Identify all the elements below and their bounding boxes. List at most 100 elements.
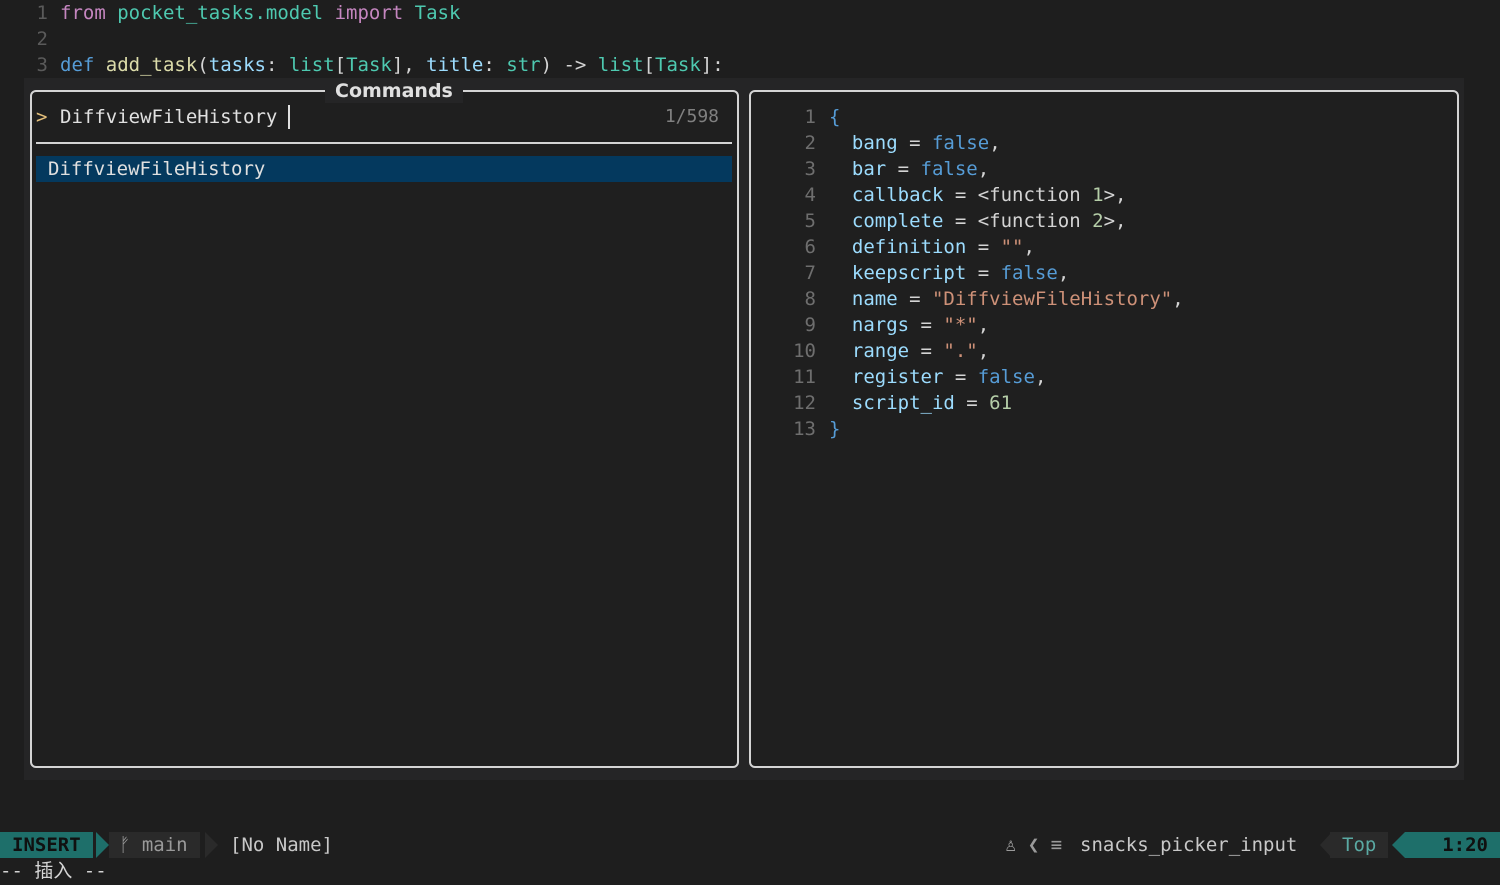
preview-line: 7 keepscript = false, <box>752 260 1070 286</box>
line-number: 13 <box>793 418 816 440</box>
code-token: Task <box>655 54 701 76</box>
preview-line: 11 register = false, <box>752 364 1046 390</box>
scroll-position: Top <box>1330 832 1389 858</box>
code-token: definition <box>851 236 967 258</box>
file-name: [No Name] <box>230 834 333 856</box>
code-token: from <box>60 2 106 24</box>
preview-line: 1{ <box>752 104 841 130</box>
powerline-separator <box>96 832 109 858</box>
code-token: false <box>1000 262 1058 284</box>
code-token: bang <box>851 132 898 154</box>
code-token: "DiffviewFileHistory" <box>931 288 1173 310</box>
code-token: title <box>426 54 484 76</box>
code-token: range <box>851 340 910 362</box>
code-token: , <box>977 158 990 180</box>
line-number: 3 <box>36 54 48 76</box>
code-line[interactable]: 3 def add_task(tasks: list[Task], title: … <box>0 52 724 78</box>
line-number: 2 <box>804 132 816 154</box>
code-token: = <function <box>943 210 1093 232</box>
code-token: : <box>265 54 289 76</box>
picker-result-item[interactable]: DiffviewFileHistory <box>36 156 732 182</box>
code-token: false <box>920 158 978 180</box>
preview-line: 13} <box>752 416 840 442</box>
preview-line: 2 bang = false, <box>752 130 1001 156</box>
prompt-chevron-icon: > <box>36 106 48 128</box>
line-number: 7 <box>804 262 816 284</box>
preview-line: 8 name = "DiffviewFileHistory", <box>752 286 1184 312</box>
statusline: INSERT ᚠ main [No Name] ♙ ❮ ≡ snacks_pic… <box>0 832 1500 858</box>
code-token: , <box>977 314 990 336</box>
code-token: ) -> <box>540 54 598 76</box>
code-token: str <box>506 54 541 76</box>
code-token: = <box>943 366 978 388</box>
text-cursor <box>288 105 290 129</box>
code-token: = <box>897 132 932 154</box>
code-token: , <box>1057 262 1070 284</box>
preview-line: 10 range = ".", <box>752 338 989 364</box>
preview-line: 5 complete = <function 2>, <box>752 208 1127 234</box>
code-token: [ <box>334 54 347 76</box>
picker-list-panel[interactable] <box>30 90 739 768</box>
code-token: = <box>909 340 944 362</box>
code-token: name <box>851 288 898 310</box>
code-token: { <box>829 106 841 128</box>
code-token: def <box>60 54 95 76</box>
code-token: = <box>966 236 1001 258</box>
picker-title: Commands <box>325 79 463 103</box>
code-token: register <box>851 366 944 388</box>
code-token: list <box>288 54 335 76</box>
code-token: add_task <box>105 54 198 76</box>
code-token: ]: <box>700 54 724 76</box>
line-number: 8 <box>804 288 816 310</box>
code-token: : <box>483 54 507 76</box>
git-branch-name: main <box>141 834 188 856</box>
line-number: 9 <box>804 314 816 336</box>
code-token: = <box>966 262 1001 284</box>
code-token: = <box>909 314 944 336</box>
code-token: keepscript <box>851 262 967 284</box>
git-branch: ᚠ main <box>109 832 200 858</box>
code-token: pocket_tasks.model <box>117 2 324 24</box>
code-line[interactable]: 1 from pocket_tasks.model import Task <box>0 0 461 26</box>
powerline-separator <box>205 832 218 858</box>
code-token: = <box>897 288 932 310</box>
code-token: tasks <box>208 54 266 76</box>
code-token: import <box>334 2 404 24</box>
line-number: 11 <box>793 366 816 388</box>
code-token: 2 <box>1092 210 1104 232</box>
line-number: 3 <box>804 158 816 180</box>
code-token: callback <box>851 184 944 206</box>
line-number: 1 <box>804 106 816 128</box>
picker-search-input[interactable]: DiffviewFileHistory <box>60 104 277 130</box>
code-token: , <box>1172 288 1184 310</box>
line-number: 5 <box>804 210 816 232</box>
command-line[interactable]: -- 插入 -- <box>0 858 107 884</box>
code-token: , <box>989 132 1001 154</box>
file-type: snacks_picker_input <box>1080 834 1298 856</box>
code-token: 1 <box>1092 184 1104 206</box>
code-token: "*" <box>943 314 978 336</box>
code-token: , <box>1023 236 1035 258</box>
line-number: 6 <box>804 236 816 258</box>
line-number: 10 <box>793 340 816 362</box>
code-token: , <box>1034 366 1047 388</box>
code-token: 61 <box>989 392 1013 414</box>
code-token: >, <box>1103 184 1127 206</box>
code-token: nargs <box>851 314 910 336</box>
code-token: list <box>597 54 644 76</box>
code-line[interactable]: 2 <box>0 26 60 52</box>
code-token: = <box>886 158 921 180</box>
code-token: ], <box>391 54 427 76</box>
